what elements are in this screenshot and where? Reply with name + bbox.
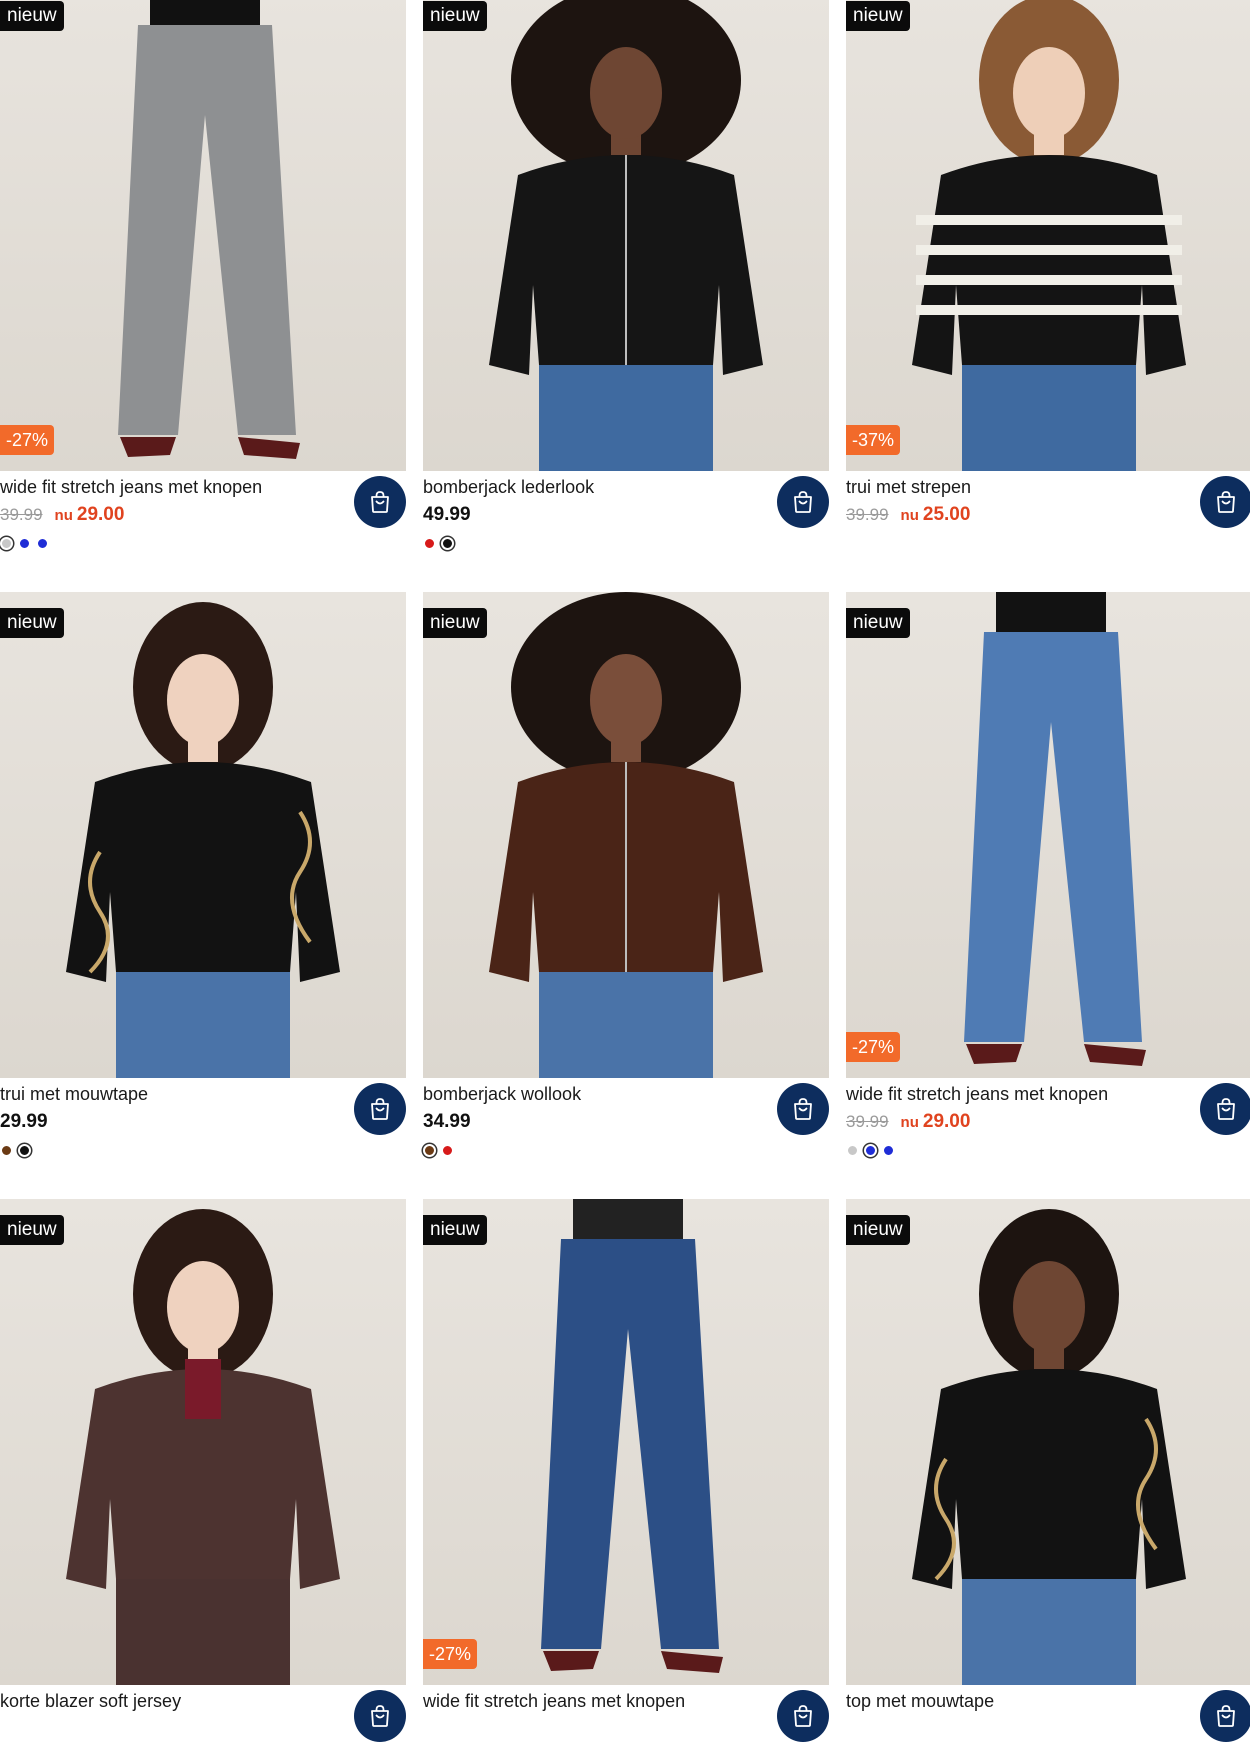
price-row: 39.99 nu 25.00 — [846, 502, 970, 528]
add-to-cart-button[interactable] — [777, 1690, 829, 1742]
discount-badge: -27% — [0, 425, 55, 455]
color-swatches — [423, 535, 454, 551]
sale-price: 25.00 — [922, 504, 971, 525]
shopping-bag-icon — [371, 1098, 389, 1120]
new-badge: nieuw — [846, 1, 910, 31]
color-swatch[interactable] — [441, 1143, 454, 1157]
product-image[interactable] — [423, 592, 829, 1078]
shopping-bag-icon — [794, 1705, 812, 1727]
price-row: 49.99 — [423, 502, 471, 528]
product-photo — [912, 1209, 1186, 1685]
price-row: 34.99 — [423, 1109, 471, 1135]
new-badge: nieuw — [423, 1215, 487, 1245]
price-row: 39.99 nu 29.00 — [846, 1109, 970, 1135]
product-name[interactable]: bomberjack lederlook — [423, 476, 763, 498]
add-to-cart-button[interactable] — [777, 476, 829, 528]
old-price: 39.99 — [0, 505, 43, 524]
color-swatch[interactable] — [18, 1143, 31, 1157]
color-swatch[interactable] — [423, 536, 436, 550]
product-image[interactable] — [846, 0, 1250, 471]
new-badge: nieuw — [0, 1215, 64, 1245]
color-swatch[interactable] — [846, 1143, 859, 1157]
color-swatches — [0, 1142, 31, 1158]
shopping-bag-icon — [794, 1098, 812, 1120]
color-swatch[interactable] — [423, 1143, 436, 1157]
product-image[interactable] — [846, 1199, 1250, 1685]
shopping-bag-icon — [371, 1705, 389, 1727]
product-photo — [541, 1199, 723, 1673]
price-row: 39.99 nu 29.00 — [0, 502, 124, 528]
sale-price: 29.00 — [922, 1111, 971, 1132]
new-badge: nieuw — [0, 1, 64, 31]
product-photo — [489, 0, 763, 471]
now-label: nu — [54, 507, 73, 524]
color-swatches — [846, 1142, 895, 1158]
product-name[interactable]: bomberjack wollook — [423, 1083, 763, 1105]
product-photo — [66, 602, 340, 1078]
old-price: 39.99 — [846, 505, 889, 524]
add-to-cart-button[interactable] — [1200, 476, 1250, 528]
color-swatch[interactable] — [36, 536, 49, 550]
discount-badge: -27% — [423, 1639, 478, 1669]
product-name[interactable]: wide fit stretch jeans met knopen — [423, 1690, 763, 1712]
shopping-bag-icon — [1217, 1705, 1235, 1727]
price-row: 29.99 — [0, 1109, 48, 1135]
add-to-cart-button[interactable] — [1200, 1690, 1250, 1742]
shopping-bag-icon — [1217, 1098, 1235, 1120]
price: 49.99 — [423, 504, 471, 525]
shopping-bag-icon — [371, 491, 389, 513]
color-swatch[interactable] — [864, 1143, 877, 1157]
product-image[interactable] — [423, 0, 829, 471]
shopping-bag-icon — [1217, 491, 1235, 513]
product-image[interactable] — [846, 592, 1250, 1078]
sale-price: 29.00 — [76, 504, 125, 525]
color-swatch[interactable] — [0, 1143, 13, 1157]
new-badge: nieuw — [0, 608, 64, 638]
product-name[interactable]: korte blazer soft jersey — [0, 1690, 340, 1712]
product-name[interactable]: wide fit stretch jeans met knopen — [846, 1083, 1186, 1105]
shopping-bag-icon — [794, 491, 812, 513]
product-photo — [912, 0, 1186, 471]
product-name[interactable]: trui met strepen — [846, 476, 1186, 498]
price: 34.99 — [423, 1111, 471, 1132]
add-to-cart-button[interactable] — [354, 1083, 406, 1135]
add-to-cart-button[interactable] — [777, 1083, 829, 1135]
product-name[interactable]: top met mouwtape — [846, 1690, 1186, 1712]
new-badge: nieuw — [423, 1, 487, 31]
product-photo — [118, 0, 300, 459]
add-to-cart-button[interactable] — [1200, 1083, 1250, 1135]
price: 29.99 — [0, 1111, 48, 1132]
add-to-cart-button[interactable] — [354, 1690, 406, 1742]
product-image[interactable] — [0, 0, 406, 471]
product-photo — [489, 592, 763, 1078]
discount-badge: -37% — [846, 425, 901, 455]
product-image[interactable] — [423, 1199, 829, 1685]
color-swatch[interactable] — [441, 536, 454, 550]
new-badge: nieuw — [423, 608, 487, 638]
product-name[interactable]: wide fit stretch jeans met knopen — [0, 476, 340, 498]
add-to-cart-button[interactable] — [354, 476, 406, 528]
product-name[interactable]: trui met mouwtape — [0, 1083, 340, 1105]
color-swatch[interactable] — [882, 1143, 895, 1157]
color-swatch[interactable] — [18, 536, 31, 550]
now-label: nu — [900, 507, 919, 524]
new-badge: nieuw — [846, 1215, 910, 1245]
product-image[interactable] — [0, 1199, 406, 1685]
new-badge: nieuw — [846, 608, 910, 638]
discount-badge: -27% — [846, 1032, 901, 1062]
color-swatches — [423, 1142, 454, 1158]
now-label: nu — [900, 1114, 919, 1131]
color-swatches — [0, 535, 49, 551]
old-price: 39.99 — [846, 1112, 889, 1131]
product-image[interactable] — [0, 592, 406, 1078]
color-swatch[interactable] — [0, 536, 13, 550]
product-photo — [964, 592, 1146, 1066]
product-photo — [66, 1209, 340, 1685]
